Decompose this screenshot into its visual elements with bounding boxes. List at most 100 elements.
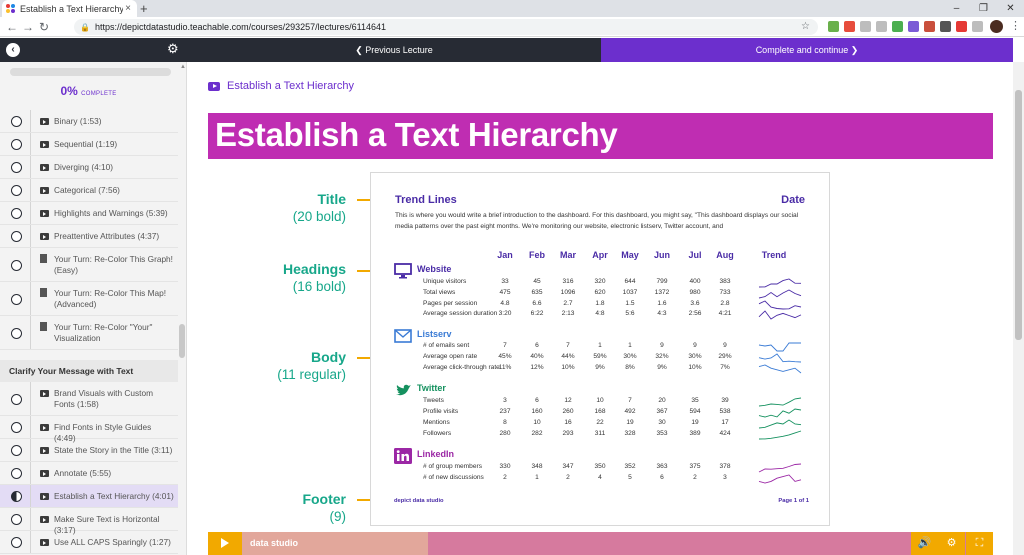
dashboard-metric-row: # of new discussions 2 1 2 4 5 6 2 3: [371, 474, 831, 484]
lesson-status-circle-icon[interactable]: [11, 162, 22, 173]
play-button[interactable]: [208, 532, 242, 555]
sidebar-lesson-item[interactable]: Diverging (4:10): [0, 156, 178, 179]
metric-value: 7: [566, 342, 570, 349]
maximize-button[interactable]: ❐: [970, 0, 997, 17]
metric-value: 6: [660, 474, 664, 481]
sidebar-lesson-item[interactable]: Use ALL CAPS Sparingly (1:27): [0, 531, 178, 554]
video-settings-icon[interactable]: ⚙: [938, 532, 965, 555]
lesson-status-circle-icon[interactable]: [11, 259, 22, 271]
settings-gear-icon[interactable]: ⚙: [167, 41, 179, 57]
lesson-divider: [30, 156, 31, 178]
metric-value: 733: [719, 289, 731, 296]
dashboard-metric-row: Average open rate 45% 40% 44% 59% 30% 32% 30% 29…: [371, 353, 831, 363]
browser-extension-icon[interactable]: [924, 21, 935, 32]
metric-value: 4.8: [500, 300, 510, 307]
metric-value: 8%: [625, 364, 635, 371]
new-tab-button[interactable]: +: [140, 1, 148, 16]
metric-value: 980: [689, 289, 701, 296]
metric-value: 347: [562, 463, 574, 470]
volume-icon[interactable]: 🔊: [911, 532, 938, 555]
sidebar-lesson-item[interactable]: Highlights and Warnings (5:39): [0, 202, 178, 225]
sidebar-lesson-item[interactable]: Make Sure Text is Horizontal (3:17): [0, 508, 178, 535]
teachable-favicon-icon: [6, 4, 15, 13]
metric-value: 311: [594, 430, 606, 437]
browser-extension-icon[interactable]: [972, 21, 983, 32]
browser-extension-icon[interactable]: [892, 21, 903, 32]
metric-value: 12: [564, 397, 572, 404]
dashboard-section-heading: Listserv: [417, 329, 452, 339]
metric-value: 10%: [688, 364, 702, 371]
reload-icon[interactable]: ↻: [36, 20, 52, 34]
metric-value: 383: [719, 278, 731, 285]
lesson-status-circle-icon[interactable]: [11, 468, 22, 479]
lesson-status-circle-icon[interactable]: [11, 116, 22, 127]
back-to-course-icon[interactable]: ‹: [6, 43, 20, 57]
sidebar-lesson-item[interactable]: Categorical (7:56): [0, 179, 178, 202]
metric-value: 19: [691, 419, 699, 426]
lesson-label: Sequential (1:19): [54, 139, 118, 149]
lesson-status-circle-icon[interactable]: [11, 445, 22, 456]
sidebar-lesson-item[interactable]: Sequential (1:19): [0, 133, 178, 156]
tab-close-icon[interactable]: ×: [123, 3, 133, 14]
sidebar-lesson-item[interactable]: Brand Visuals with Custom Fonts (1:58): [0, 382, 178, 416]
previous-lecture-button[interactable]: ❮ Previous Lecture: [187, 38, 601, 62]
metric-value: 389: [689, 430, 701, 437]
bookmark-star-icon[interactable]: ☆: [801, 21, 810, 32]
trend-sparkline: [758, 419, 802, 429]
url-text[interactable]: https://depictdatastudio.teachable.com/c…: [95, 22, 386, 32]
lesson-status-circle-icon[interactable]: [11, 208, 22, 219]
browser-extension-icon[interactable]: [956, 21, 967, 32]
sidebar-lesson-item[interactable]: Annotate (5:55): [0, 462, 178, 485]
browser-tab[interactable]: Establish a Text Hierarchy | Depi ×: [2, 0, 137, 17]
callout-label: Footer: [302, 491, 346, 507]
browser-extension-icon[interactable]: [844, 21, 855, 32]
lesson-label: Establish a Text Hierarchy (4:01): [54, 491, 174, 501]
fullscreen-icon[interactable]: ⛶: [966, 532, 993, 555]
sidebar-lesson-item[interactable]: State the Story in the Title (3:11): [0, 439, 178, 462]
profile-avatar[interactable]: [990, 20, 1003, 33]
metric-value: 1.8: [595, 300, 605, 307]
lesson-status-circle-icon[interactable]: [11, 327, 22, 339]
sidebar-lesson-item[interactable]: Establish a Text Hierarchy (4:01): [0, 485, 178, 508]
address-bar[interactable]: 🔒 https://depictdatastudio.teachable.com…: [74, 19, 818, 35]
browser-extension-icon[interactable]: [908, 21, 919, 32]
callout-title: Title (20 bold): [260, 190, 346, 226]
back-arrow-icon[interactable]: ←: [4, 20, 20, 34]
lesson-status-circle-icon[interactable]: [11, 491, 22, 502]
lesson-divider: [30, 282, 31, 315]
forward-arrow-icon[interactable]: →: [20, 20, 36, 34]
metric-value: 644: [624, 278, 636, 285]
lesson-status-circle-icon[interactable]: [11, 422, 22, 433]
sidebar-scrollbar-thumb[interactable]: [179, 324, 185, 358]
browser-menu-icon[interactable]: ⋮: [1010, 19, 1021, 32]
browser-extension-icon[interactable]: [860, 21, 871, 32]
callout-size: (11 regular): [277, 367, 346, 382]
complete-and-continue-button[interactable]: Complete and continue ❯: [601, 38, 1013, 62]
sidebar-lesson-item[interactable]: Your Turn: Re-Color This Map! (Advanced): [0, 282, 178, 316]
browser-extension-icon[interactable]: [876, 21, 887, 32]
sidebar-scrollbar[interactable]: ▲: [178, 62, 186, 555]
metric-value: 620: [594, 289, 606, 296]
metric-value: 4:8: [595, 310, 605, 317]
browser-extension-icon[interactable]: [940, 21, 951, 32]
minimize-button[interactable]: –: [943, 0, 970, 17]
video-play-icon: [40, 233, 49, 240]
lesson-status-circle-icon[interactable]: [11, 537, 22, 548]
sidebar-lesson-item[interactable]: Your Turn: Re-Color "Your" Visualization: [0, 316, 178, 350]
lesson-status-circle-icon[interactable]: [11, 514, 22, 525]
lesson-status-circle-icon[interactable]: [11, 293, 22, 305]
lesson-status-circle-icon[interactable]: [11, 139, 22, 150]
close-window-button[interactable]: ✕: [997, 0, 1024, 17]
dashboard-metric-row: Unique visitors 33 45 316 320 644 799 400 383: [371, 278, 831, 288]
browser-extension-icon[interactable]: [828, 21, 839, 32]
sidebar-lesson-item[interactable]: Preattentive Attributes (4:37): [0, 225, 178, 248]
page-scrollbar-thumb[interactable]: [1015, 90, 1022, 340]
lesson-status-circle-icon[interactable]: [11, 185, 22, 196]
sidebar-lesson-item[interactable]: Your Turn: Re-Color This Graph! (Easy): [0, 248, 178, 282]
sidebar-lesson-item[interactable]: Binary (1:53): [0, 110, 178, 133]
page-scrollbar[interactable]: [1013, 62, 1024, 555]
lesson-status-circle-icon[interactable]: [11, 393, 22, 405]
lesson-status-circle-icon[interactable]: [11, 231, 22, 242]
scroll-up-arrow-icon[interactable]: ▲: [180, 64, 186, 70]
sidebar-lesson-item[interactable]: Find Fonts in Style Guides (4:49): [0, 416, 178, 443]
